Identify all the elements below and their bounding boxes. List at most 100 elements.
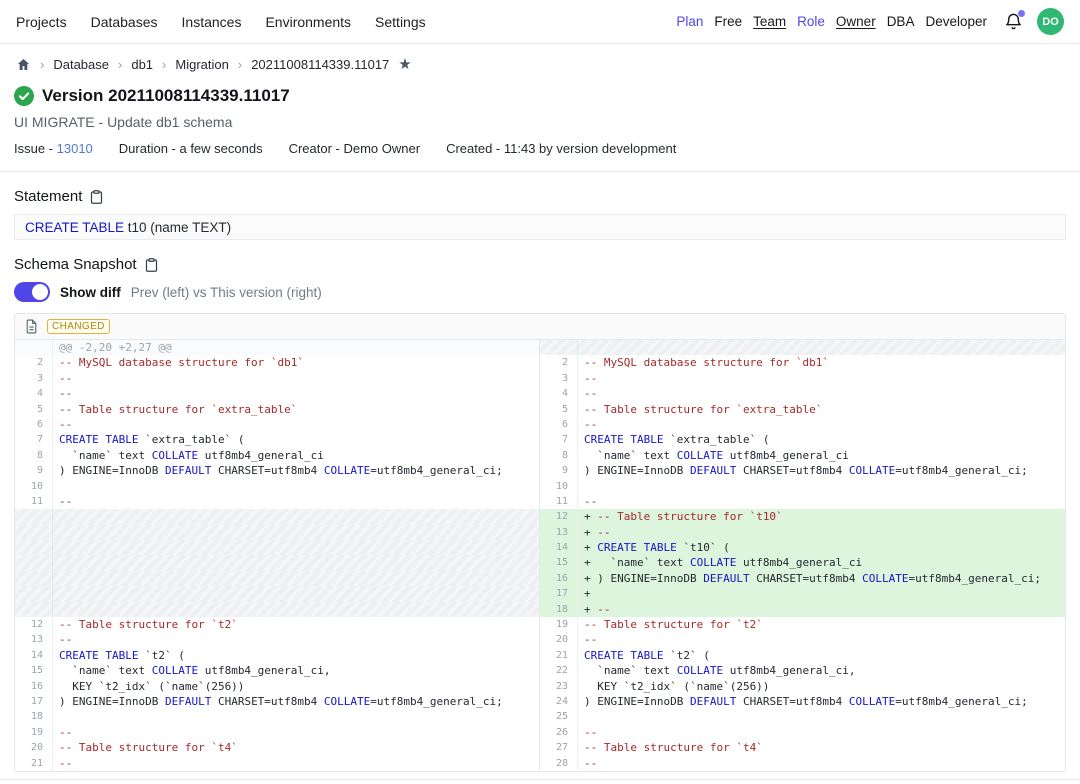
diff-code-line: -- Table structure for `extra_table` [578,402,1065,417]
diff-pane-prev: @@ -2,20 +2,27 @@2-- MySQL database stru… [15,340,540,771]
diff-code-line: KEY `t2_idx` (`name`(256)) [53,679,539,694]
statement-heading-label: Statement [14,188,82,205]
diff-row: 11-- [15,494,539,509]
nav-right-team[interactable]: Team [753,14,786,29]
sql-segment: CHARSET=utf8mb4 [736,695,849,708]
sql-segment: -- [584,495,597,508]
diff-code-line: -- MySQL database structure for `db1` [53,355,539,370]
sql-segment: -- [59,633,72,646]
breadcrumb-item[interactable]: Database [53,57,109,72]
diff-code-line: -- Table structure for `extra_table` [53,402,539,417]
success-check-icon [14,86,34,106]
breadcrumb-item[interactable]: db1 [131,57,153,72]
issue-link[interactable]: 13010 [57,141,93,156]
sql-segment: CHARSET=utf8mb4 [211,695,324,708]
diff-row: 12+ -- Table structure for `t10` [540,509,1065,524]
copy-statement-button[interactable] [89,189,104,205]
line-number: 2 [15,355,53,370]
bottom-divider [0,779,1080,780]
diff-add-prefix: + [584,526,597,539]
diff-code-line: `name` text COLLATE utf8mb4_general_ci, [53,663,539,678]
sql-segment: utf8mb4_general_ci [736,556,862,569]
sql-segment: COLLATE [677,664,723,677]
diff-row: 20-- [540,632,1065,647]
schema-snapshot-heading: Schema Snapshot [14,256,1066,273]
line-number: 11 [540,494,578,509]
line-number: 24 [540,694,578,709]
sql-segment: `extra_table` ( [663,433,769,446]
sql-segment: =utf8mb4_general_ci; [895,695,1027,708]
breadcrumb-item[interactable]: 20211008114339.11017 [251,57,389,72]
top-nav: Projects Databases Instances Environments Se… [0,0,1080,44]
sql-segment: DEFAULT [165,695,211,708]
diff-row: 12-- Table structure for `t2` [15,617,539,632]
diff-code-line: -- Table structure for `t2` [578,617,1065,632]
meta-row: Issue - 13010Duration - a few secondsCre… [14,141,1066,156]
line-number: 6 [540,417,578,432]
diff-row: 15 `name` text COLLATE utf8mb4_general_c… [15,663,539,678]
line-number: 6 [15,417,53,432]
diff-code-line: CREATE TABLE `extra_table` ( [53,432,539,447]
line-number: 19 [15,725,53,740]
sql-segment: -- [584,633,597,646]
breadcrumb-separator: › [238,57,242,72]
diff-code-line [53,555,539,570]
diff-row: 3-- [15,371,539,386]
line-number: 23 [540,679,578,694]
diff-code-line [53,586,539,601]
sql-segment: -- Table structure for `extra_table` [59,403,297,416]
top-nav-right: PlanFreeTeamRoleOwnerDBADeveloper DO [676,8,1064,35]
diff-code-line: + [578,586,1065,601]
diff-row: 6-- [15,417,539,432]
diff-code-line: -- [53,756,539,771]
sql-segment: -- [59,757,72,770]
star-icon[interactable]: ★ [398,57,411,72]
sql-segment: utf8mb4_general_ci, [198,664,330,677]
meta-item: Creator - Demo Owner [289,141,420,156]
plan-role-group: PlanFreeTeamRoleOwnerDBADeveloper [676,14,987,29]
diff-row [15,525,539,540]
line-number: 22 [540,663,578,678]
nav-item-projects[interactable]: Projects [16,14,67,30]
breadcrumb-item[interactable]: Migration [175,57,228,72]
notification-bell-button[interactable] [1004,12,1024,32]
nav-item-databases[interactable]: Databases [91,14,158,30]
diff-code-line: `name` text COLLATE utf8mb4_general_ci [578,448,1065,463]
diff-row: 18+ -- [540,602,1065,617]
sql-segment: KEY `t2_idx` (`name`(256)) [584,680,769,693]
diff-row [15,602,539,617]
diff-row: @@ -2,20 +2,27 @@ [15,340,539,355]
diff-code-line: + ) ENGINE=InnoDB DEFAULT CHARSET=utf8mb… [578,571,1065,586]
line-number: 2 [540,355,578,370]
diff-code-line: -- Table structure for `t4` [578,740,1065,755]
show-diff-toggle[interactable] [14,282,50,302]
diff-row: 14CREATE TABLE `t2` ( [15,648,539,663]
main-content: Version 20211008114339.11017 UI MIGRATE … [0,86,1080,780]
nav-item-instances[interactable]: Instances [182,14,242,30]
avatar[interactable]: DO [1037,8,1064,35]
diff-row: 10 [15,479,539,494]
copy-snapshot-button[interactable] [144,257,159,273]
nav-item-settings[interactable]: Settings [375,14,426,30]
diff-add-prefix: + [584,510,597,523]
diff-code-line: -- [53,371,539,386]
home-icon[interactable] [16,57,31,72]
sql-segment: =utf8mb4_general_ci; [909,572,1041,585]
sql-segment: CHARSET=utf8mb4 [736,464,849,477]
line-number: 20 [15,740,53,755]
line-number: 18 [15,709,53,724]
sql-segment: -- Table structure for `t2` [59,618,238,631]
sql-segment: -- Table structure for `t4` [584,741,763,754]
nav-item-environments[interactable]: Environments [265,14,351,30]
nav-right-owner[interactable]: Owner [836,14,876,29]
nav-right-role: Role [797,14,825,29]
diff-row: 16+ ) ENGINE=InnoDB DEFAULT CHARSET=utf8… [540,571,1065,586]
diff-code-line [53,525,539,540]
diff-code-line: + -- Table structure for `t10` [578,509,1065,524]
line-number [15,586,53,601]
diff-code-line: -- Table structure for `t2` [53,617,539,632]
diff-row: 16 KEY `t2_idx` (`name`(256)) [15,679,539,694]
line-number: 16 [540,571,578,586]
diff-row: 8 `name` text COLLATE utf8mb4_general_ci [15,448,539,463]
line-number: 7 [540,432,578,447]
